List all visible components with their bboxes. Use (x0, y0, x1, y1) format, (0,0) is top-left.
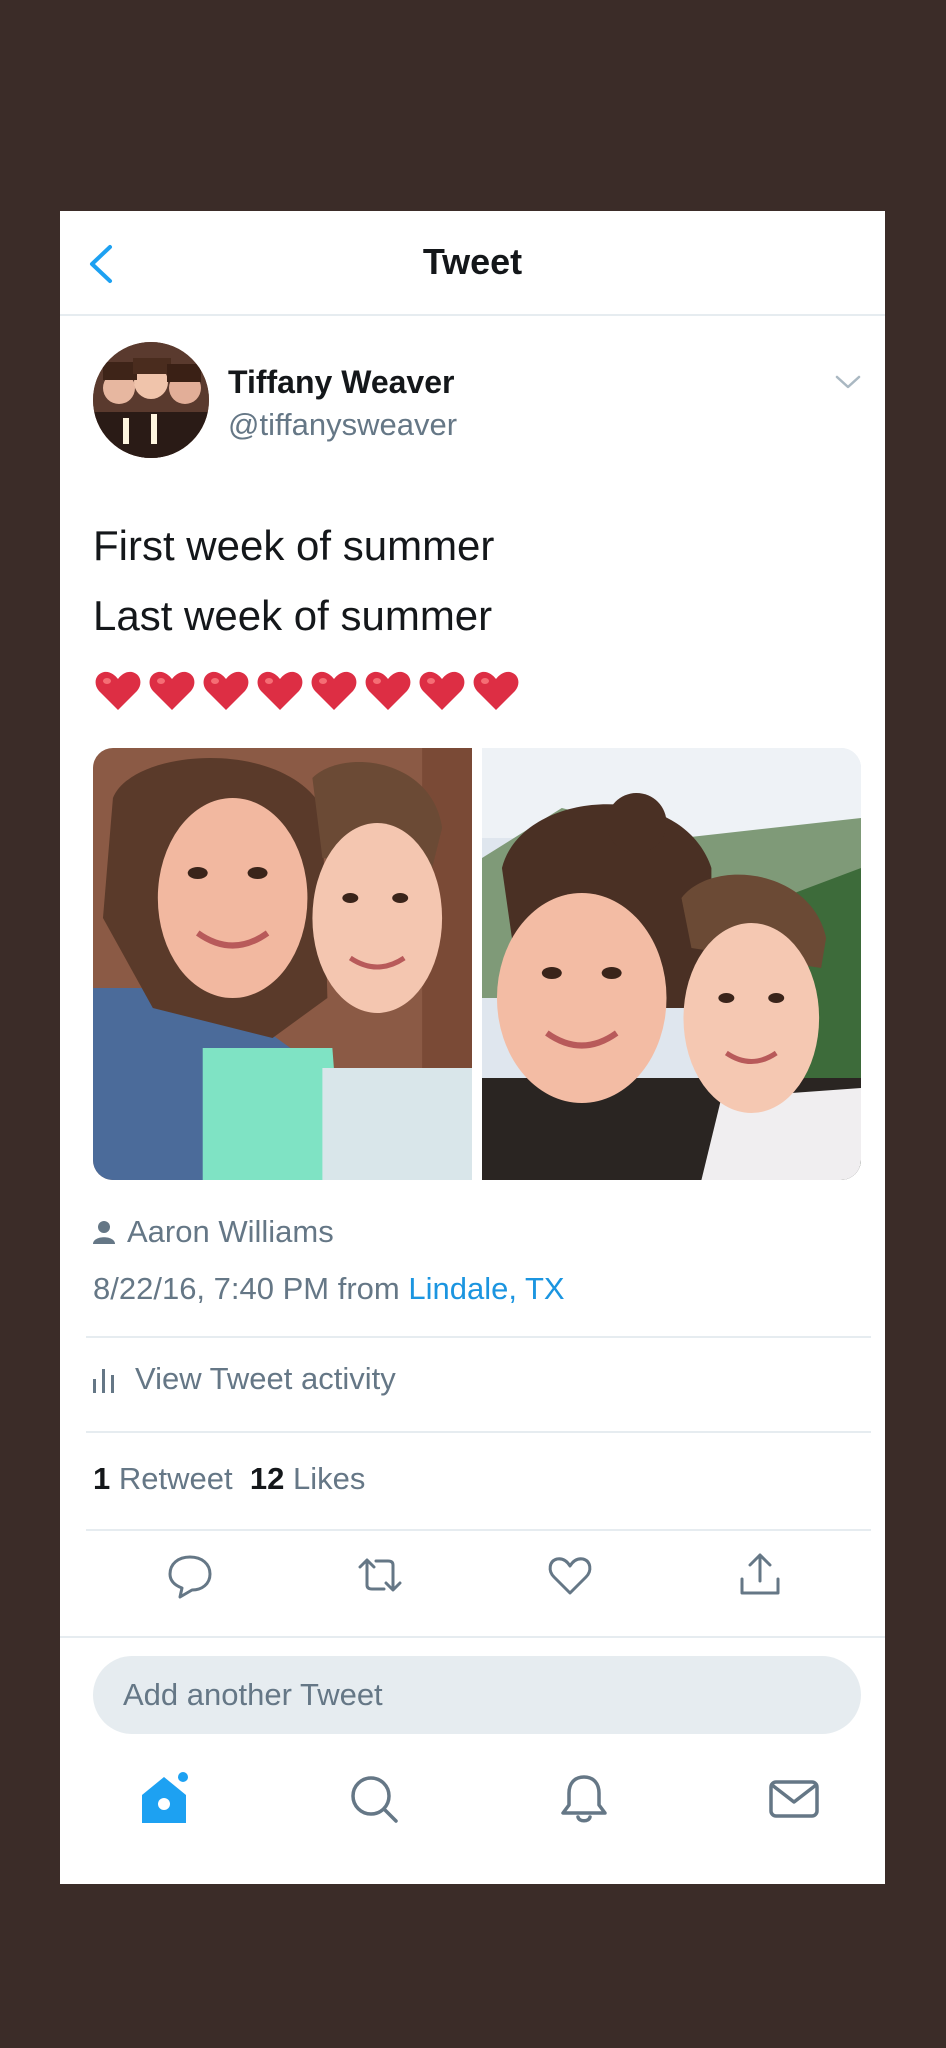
like-label: Likes (292, 1461, 366, 1496)
retweet-count: 1 (93, 1461, 111, 1496)
divider (60, 1636, 885, 1638)
share-icon[interactable] (736, 1551, 784, 1599)
messages-icon[interactable] (766, 1771, 822, 1827)
avatar[interactable] (93, 342, 209, 458)
activity-label: View Tweet activity (135, 1361, 396, 1396)
person-icon (93, 1221, 115, 1244)
tweet-timestamp: 8/22/16, 7:40 PM from Lindale, TX (93, 1271, 565, 1307)
bottom-tab-bar (60, 1751, 885, 1871)
tweet-media (93, 748, 861, 1180)
top-nav: Tweet (60, 211, 885, 316)
chevron-down-icon[interactable] (833, 370, 863, 394)
divider (86, 1431, 871, 1433)
view-tweet-activity-button[interactable]: View Tweet activity (93, 1361, 396, 1397)
bar-chart-icon (93, 1369, 114, 1393)
tweet-photo-2[interactable] (482, 748, 861, 1180)
tagged-user[interactable]: Aaron Williams (93, 1214, 334, 1250)
retweet-label: Retweet (118, 1461, 233, 1496)
heart-emoji-icon (95, 671, 141, 710)
tweet-stats[interactable]: 1 Retweet 12 Likes (93, 1461, 365, 1497)
tweet-screen: Tweet Tiffany Weaver @tiffanysweaver Fir… (60, 211, 885, 1884)
retweet-icon[interactable] (356, 1551, 404, 1599)
like-icon[interactable] (546, 1551, 594, 1599)
timestamp-text: 8/22/16, 7:40 PM from (93, 1271, 400, 1306)
tweet-author: Tiffany Weaver @tiffanysweaver (93, 342, 873, 462)
like-count: 12 (249, 1461, 285, 1496)
heart-emoji-icon (149, 671, 195, 710)
emoji-row (93, 666, 521, 726)
author-name[interactable]: Tiffany Weaver (228, 364, 454, 401)
add-tweet-input[interactable]: Add another Tweet (93, 1656, 861, 1734)
tweet-actions (60, 1526, 885, 1636)
notifications-icon[interactable] (556, 1771, 612, 1827)
heart-emoji-icon (419, 671, 465, 710)
tagged-user-name: Aaron Williams (127, 1214, 334, 1249)
heart-emoji-icon (473, 671, 519, 710)
tweet-photo-1[interactable] (93, 748, 472, 1180)
heart-emoji-icon (257, 671, 303, 710)
page-title: Tweet (422, 241, 523, 282)
tweet-text: First week of summer Last week of summer (93, 511, 853, 651)
heart-emoji-icon (311, 671, 357, 710)
location-link[interactable]: Lindale, TX (408, 1271, 564, 1306)
reply-icon[interactable] (166, 1551, 214, 1599)
heart-emoji-icon (203, 671, 249, 710)
home-icon[interactable] (136, 1771, 192, 1827)
divider (86, 1336, 871, 1338)
tweet-line: First week of summer (93, 522, 495, 569)
heart-emoji-icon (365, 671, 411, 710)
author-handle[interactable]: @tiffanysweaver (228, 407, 457, 443)
tweet-line: Last week of summer (93, 592, 493, 639)
search-icon[interactable] (346, 1771, 402, 1827)
